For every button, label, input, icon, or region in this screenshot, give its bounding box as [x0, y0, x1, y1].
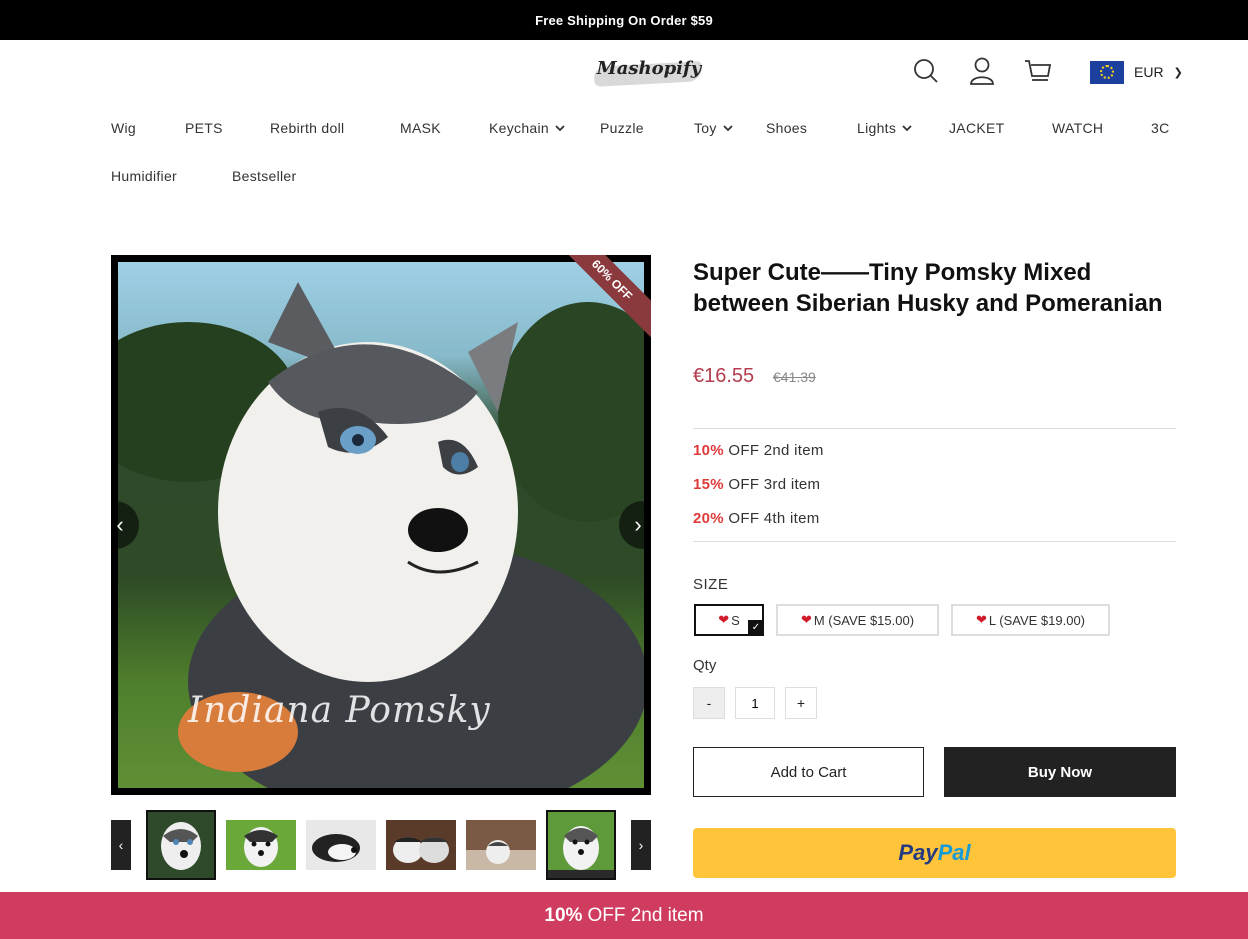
paypal-button[interactable]: Pay Pal [693, 828, 1176, 878]
compare-price: €41.39 [773, 369, 816, 385]
thumbnail-5[interactable] [466, 820, 536, 870]
chevron-down-icon [723, 125, 733, 132]
thumbnail-3[interactable] [306, 820, 376, 870]
nav-item-pets[interactable]: PETS [185, 120, 223, 136]
heart-icon: ❤ [718, 612, 730, 627]
nav-item-3c[interactable]: 3C [1151, 120, 1170, 136]
discount-tier: 10% OFF 2nd item [693, 442, 824, 459]
thumbnail-2[interactable] [226, 820, 296, 870]
nav-item-humidifier[interactable]: Humidifier [111, 168, 177, 184]
site-logo[interactable]: Mashopify [590, 52, 708, 92]
qty-increase-button[interactable]: + [785, 687, 817, 719]
heart-icon: ❤ [975, 612, 987, 627]
qty-input[interactable] [735, 687, 775, 719]
photo-watermark: Indiana Pomsky [188, 690, 491, 731]
divider [693, 428, 1176, 429]
eu-flag-icon [1090, 60, 1124, 84]
chevron-down-icon [555, 125, 565, 132]
nav-item-wig[interactable]: Wig [111, 120, 136, 136]
size-option-l[interactable]: ❤ L (SAVE $19.00) [951, 604, 1110, 636]
announcement-bar: Free Shipping On Order $59 [0, 0, 1248, 40]
nav-item-mask[interactable]: MASK [400, 120, 441, 136]
qty-label: Qty [693, 657, 717, 674]
size-option-m[interactable]: ❤ M (SAVE $15.00) [776, 604, 939, 636]
nav-item-keychain[interactable]: Keychain [489, 120, 565, 136]
nav-item-lights[interactable]: Lights [857, 120, 912, 136]
product-price: €16.55 [693, 365, 755, 387]
site-header: Mashopify EUR ❯ [0, 40, 1248, 104]
currency-selector[interactable]: EUR ❯ [1090, 60, 1183, 84]
promo-percent: 10% [544, 904, 583, 926]
thumbnail-strip: ‹ › [111, 810, 651, 880]
announcement-text: Free Shipping On Order $59 [535, 12, 713, 28]
account-icon[interactable] [967, 56, 997, 86]
cart-icon[interactable] [1023, 56, 1053, 86]
checkmark-icon: ✓ [748, 620, 764, 636]
buy-now-button[interactable]: Buy Now [944, 747, 1176, 797]
thumbnail-4[interactable] [386, 820, 456, 870]
divider [693, 541, 1176, 542]
product-main-image[interactable]: Indiana Pomsky [118, 262, 644, 788]
product-title: Super Cute——Tiny Pomsky Mixed between Si… [693, 259, 1163, 317]
logo-text: Mashopify [596, 58, 702, 79]
nav-item-toy[interactable]: Toy [694, 120, 733, 136]
thumbnail-next-button[interactable]: › [631, 820, 651, 870]
nav-item-bestseller[interactable]: Bestseller [232, 168, 296, 184]
nav-item-watch[interactable]: WATCH [1052, 120, 1103, 136]
search-icon[interactable] [911, 56, 941, 86]
thumbnail-1[interactable] [146, 810, 216, 880]
chevron-down-icon: ❯ [1173, 66, 1183, 79]
nav-item-rebirth-doll[interactable]: Rebirth doll [270, 120, 344, 136]
chevron-down-icon [902, 125, 912, 132]
add-to-cart-button[interactable]: Add to Cart [693, 747, 924, 797]
thumbnail-prev-button[interactable]: ‹ [111, 820, 131, 870]
promo-text: OFF 2nd item [587, 904, 704, 926]
discount-tier: 15% OFF 3rd item [693, 476, 821, 493]
currency-code: EUR [1134, 64, 1164, 80]
product-gallery: Indiana Pomsky 60% OFF ‹ › [111, 255, 651, 795]
qty-decrease-button[interactable]: - [693, 687, 725, 719]
nav-item-jacket[interactable]: JACKET [949, 120, 1004, 136]
discount-tier: 20% OFF 4th item [693, 510, 820, 527]
thumbnail-6[interactable] [546, 810, 616, 880]
nav-item-puzzle[interactable]: Puzzle [600, 120, 644, 136]
heart-icon: ❤ [800, 612, 812, 627]
size-label: SIZE [693, 576, 729, 593]
nav-item-shoes[interactable]: Shoes [766, 120, 807, 136]
promo-bottom-bar: 10% OFF 2nd item [0, 892, 1248, 939]
size-option-s[interactable]: ❤ S ✓ [694, 604, 764, 636]
